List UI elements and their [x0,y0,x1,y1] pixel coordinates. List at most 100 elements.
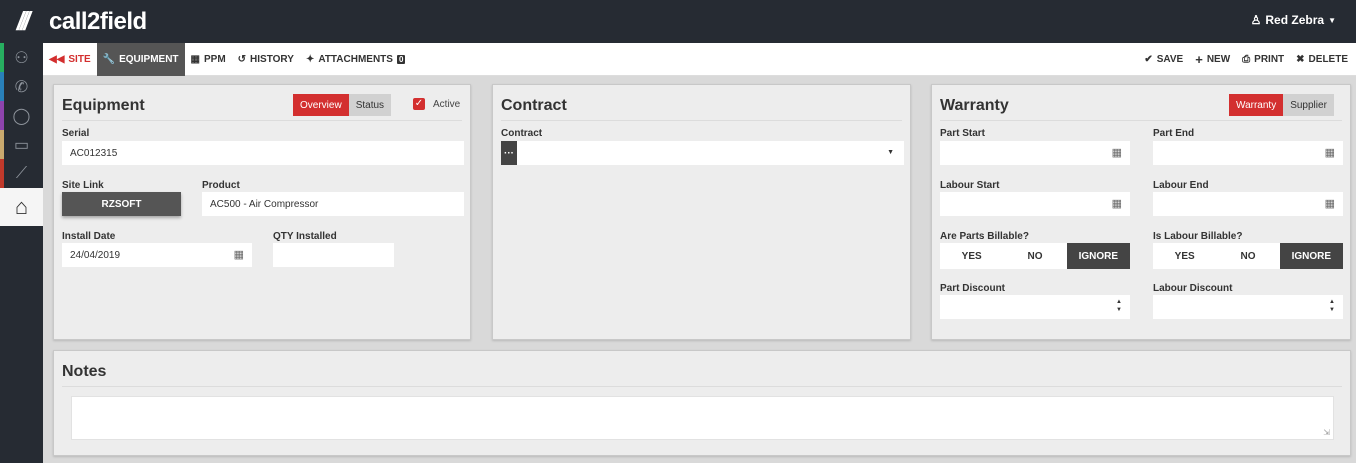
parts-billable-ignore[interactable]: IGNORE [1066,243,1130,269]
parts-billable-yes[interactable]: YES [940,243,1003,269]
user-name: Red Zebra [1265,13,1325,27]
person-icon: ⚇ [14,49,29,67]
calendar-icon[interactable]: ▦ [1325,198,1335,210]
labour-billable-no[interactable]: NO [1216,243,1279,269]
divider [62,120,462,121]
tab-attachments-label: ATTACHMENTS [318,53,393,65]
active-checkbox[interactable]: ✓ [413,98,425,110]
sidebar-color-stripe [0,101,4,130]
parts-billable-no[interactable]: NO [1003,243,1066,269]
contract-select[interactable]: ▼ [501,141,904,165]
sidebar-item-3[interactable]: ▭ [0,130,43,159]
install-date-input[interactable]: 24/04/2019 ▦ [62,243,252,267]
trend-icon: ⟋ [15,164,28,182]
qty-installed-input[interactable] [273,243,394,267]
labour-end-input[interactable]: ▦ [1153,192,1343,216]
number-spinner-icon[interactable]: ▲ ▼ [1116,298,1122,314]
number-spinner-icon[interactable]: ▲ ▼ [1329,298,1335,314]
app-logo-text: call2field [49,7,147,35]
sidebar: ⚇ ✆ ◯ ▭ ⟋ ⌂ [0,43,43,463]
equipment-view-toggle: Overview Status [293,94,392,116]
qty-installed-label: QTY Installed [273,231,337,242]
sidebar-item-5[interactable]: ⌂ [0,188,43,226]
check-circle-icon: ✔ [1144,53,1153,65]
calendar-icon[interactable]: ▦ [1112,147,1122,159]
site-link-button[interactable]: RZSOFT [62,192,181,216]
notes-title: Notes [62,363,107,380]
sidebar-item-0[interactable]: ⚇ [0,43,43,72]
print-button[interactable]: ⎙ PRINT [1236,43,1290,76]
tab-overview[interactable]: Overview [293,94,349,116]
chat-icon: ◯ [12,107,31,125]
tab-history-label: HISTORY [250,53,294,65]
product-input[interactable]: AC500 - Air Compressor [202,192,464,216]
warranty-view-toggle: Warranty Supplier [1229,94,1334,116]
sidebar-item-1[interactable]: ✆ [0,72,43,101]
user-menu[interactable]: ♙ Red Zebra ▼ [1251,13,1336,27]
tab-attachments[interactable]: ✦ ATTACHMENTS 0 [300,43,411,76]
part-start-label: Part Start [940,128,986,139]
labour-start-label: Labour Start [940,180,1000,191]
tab-supplier[interactable]: Supplier [1283,94,1334,116]
sidebar-item-2[interactable]: ◯ [0,101,43,130]
equipment-title: Equipment [62,97,145,114]
tab-status[interactable]: Status [348,94,392,116]
part-end-label: Part End [1153,128,1195,139]
printer-icon: ⎙ [1242,53,1251,65]
labour-billable-toggle: YES NO IGNORE [1153,243,1343,269]
install-date-label: Install Date [62,231,116,242]
plus-icon: + [1195,51,1203,67]
labour-billable-yes[interactable]: YES [1153,243,1216,269]
labour-billable-ignore[interactable]: IGNORE [1279,243,1343,269]
notes-textarea[interactable]: ⇲ [71,396,1334,440]
labour-end-label: Labour End [1153,180,1209,191]
labour-start-input[interactable]: ▦ [940,192,1130,216]
tab-history[interactable]: ↺ HISTORY [232,43,300,76]
sidebar-color-stripe [0,130,4,159]
labour-discount-label: Labour Discount [1153,283,1233,294]
tab-ppm[interactable]: ▦ PPM [185,43,232,76]
tab-site[interactable]: ◀◀ SITE [43,43,97,76]
warranty-panel: Warranty Warranty Supplier Part Start ▦ … [931,84,1351,340]
history-icon: ↺ [237,53,247,65]
new-button[interactable]: + NEW [1189,43,1236,76]
part-end-input[interactable]: ▦ [1153,141,1343,165]
calendar-icon[interactable]: ▦ [1112,198,1122,210]
phone-icon: ✆ [14,78,29,96]
divider [501,120,902,121]
sidebar-item-4[interactable]: ⟋ [0,159,43,188]
labour-discount-input[interactable]: ▲ ▼ [1153,295,1343,319]
resize-handle-icon[interactable]: ⇲ [1323,428,1330,437]
save-label: SAVE [1156,53,1184,65]
tab-ppm-label: PPM [203,53,226,65]
site-link-label: Site Link [62,180,104,191]
active-label: Active [433,99,461,110]
tab-warranty[interactable]: Warranty [1229,94,1284,116]
divider [940,120,1342,121]
toolbar-actions: ✔ SAVE + NEW ⎙ PRINT ✖ DELETE [1138,43,1356,76]
paperclip-icon: ✦ [305,53,315,65]
parts-billable-toggle: YES NO IGNORE [940,243,1130,269]
wrench-icon: 🔧 [102,53,116,65]
parts-billable-label: Are Parts Billable? [940,231,1029,242]
sidebar-color-stripe [0,72,4,101]
tab-equipment[interactable]: 🔧 EQUIPMENT [96,42,185,76]
close-circle-icon: ✖ [1296,53,1305,65]
contract-lookup-button[interactable]: ··· [501,141,517,165]
record-toolbar: ◀◀ SITE 🔧 EQUIPMENT ▦ PPM ↺ HISTORY ✦ AT… [43,42,1356,76]
delete-label: DELETE [1308,53,1348,65]
save-button[interactable]: ✔ SAVE [1138,43,1189,76]
serial-input[interactable]: AC012315 [62,141,464,165]
delete-button[interactable]: ✖ DELETE [1290,43,1354,76]
tab-site-label: SITE [68,53,91,65]
user-icon: ♙ [1250,13,1262,27]
part-start-input[interactable]: ▦ [940,141,1130,165]
home-icon: ⌂ [14,194,29,219]
contract-label: Contract [501,128,543,139]
part-discount-input[interactable]: ▲ ▼ [940,295,1130,319]
divider [62,386,1342,387]
wallet-icon: ▭ [13,136,30,154]
calendar-icon[interactable]: ▦ [1325,147,1335,159]
calendar-icon[interactable]: ▦ [234,249,244,261]
contract-title: Contract [501,97,567,114]
